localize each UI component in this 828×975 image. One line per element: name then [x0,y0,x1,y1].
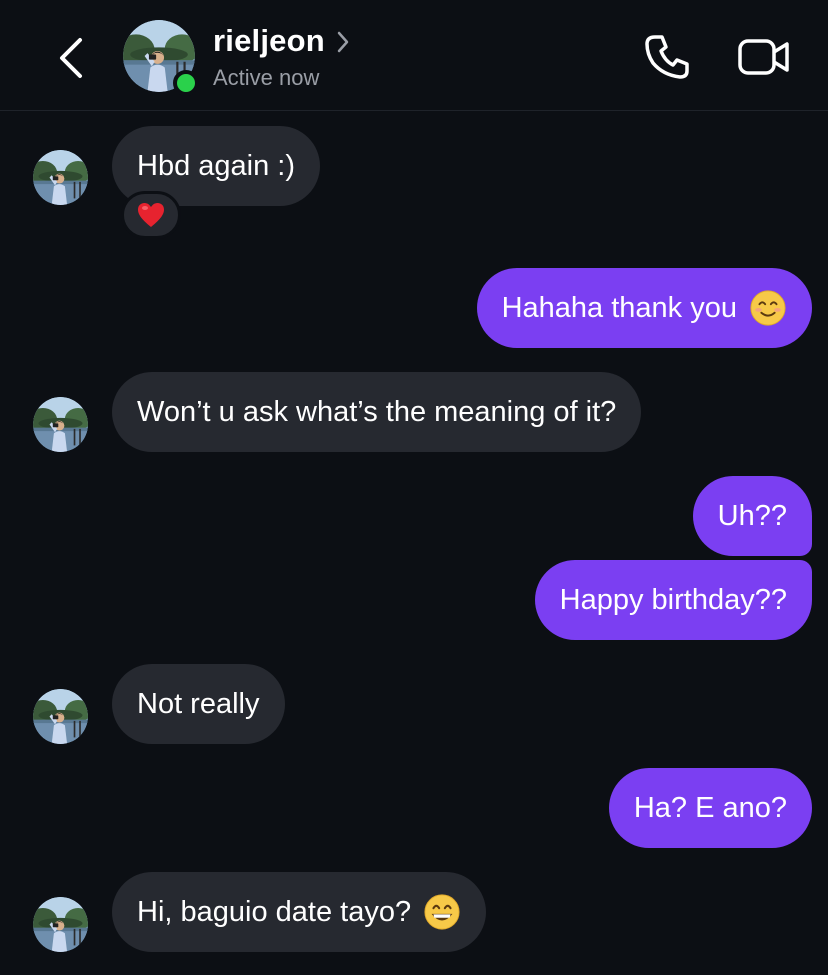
message-text: Ha? E ano? [633,792,787,824]
message-bubble[interactable]: Uh?? [692,476,812,556]
chat-screen: rieljeon Active now Hbd again :) Hahaha … [0,0,828,975]
message-bubble[interactable]: Won’t u ask what’s the meaning of it? [112,372,642,452]
profile-title[interactable]: rieljeon Active now [213,22,349,91]
chevron-right-icon [337,31,349,53]
phone-icon [645,35,689,79]
message-text: Happy birthday?? [559,584,787,616]
heart-icon [138,203,164,227]
message-bubble[interactable]: Hi, baguio date tayo? [112,872,487,952]
message-bubble[interactable]: Hahaha thank you [476,268,812,348]
message-reaction[interactable] [121,191,181,239]
active-status: Active now [213,65,320,90]
chat-header: rieljeon Active now [0,0,828,111]
sender-avatar[interactable] [33,397,88,452]
username: rieljeon [213,23,325,58]
back-button[interactable] [48,28,94,88]
smiling-face-icon [749,289,787,327]
message-bubble[interactable]: Ha? E ano? [608,768,812,848]
chevron-left-icon [60,38,82,78]
username-row: rieljeon [213,22,349,60]
video-camera-icon [738,39,789,75]
message-text: Not really [137,688,260,720]
sender-avatar[interactable] [33,897,88,952]
message-text: Hahaha thank you [501,292,737,324]
message-bubble[interactable]: Happy birthday?? [534,560,812,640]
profile-avatar[interactable] [123,20,199,96]
grinning-face-icon [423,893,461,931]
message-text: Uh?? [717,500,787,532]
online-status-dot [173,70,199,96]
message-text: Hi, baguio date tayo? [137,896,412,928]
message-text: Won’t u ask what’s the meaning of it? [137,396,617,428]
voice-call-button[interactable] [640,32,694,82]
video-call-button[interactable] [736,34,792,80]
message-bubble[interactable]: Not really [112,664,285,744]
sender-avatar[interactable] [33,689,88,744]
sender-avatar[interactable] [33,150,88,205]
